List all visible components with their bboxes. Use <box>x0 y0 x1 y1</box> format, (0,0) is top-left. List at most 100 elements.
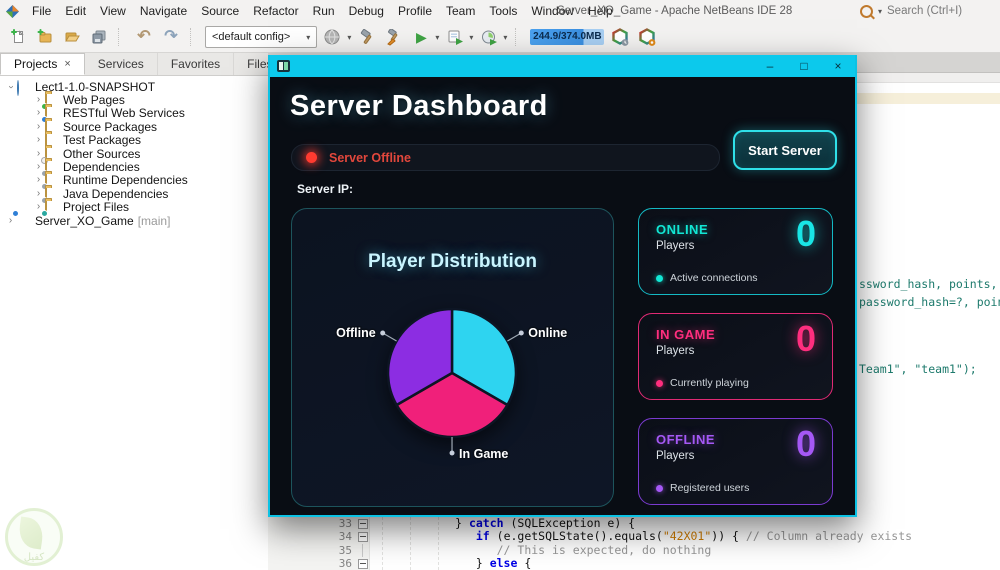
tree-node-server-xo-game[interactable]: › Server_XO_Game [main] <box>0 209 268 228</box>
undo-button[interactable]: ↶ <box>133 26 155 48</box>
watermark-text: كفيل <box>23 552 45 563</box>
stat-card-in-game: IN GAME Players Currently playing 0 <box>638 313 833 400</box>
code-line: password_hash=?, points= <box>859 295 1000 309</box>
stat-heading: IN GAME <box>656 327 716 342</box>
chevron-down-icon: ▾ <box>347 32 352 42</box>
quick-search-input[interactable]: ▾ Search (Ctrl+I) <box>852 1 996 21</box>
tree-node-other-sources[interactable]: › Other Sources <box>0 146 268 164</box>
tree-node-restful-web-services[interactable]: › RESTful Web Services <box>0 106 268 124</box>
stat-card-online: ONLINE Players Active connections 0 <box>638 208 833 295</box>
code-fold-icon[interactable] <box>358 532 368 543</box>
new-project-button[interactable] <box>34 26 56 48</box>
code-fold-icon[interactable] <box>358 558 368 569</box>
code-row: 35 // This is expected, do nothing <box>268 543 1000 557</box>
tree-node-source-packages[interactable]: › Source Packages <box>0 119 268 136</box>
tab-services[interactable]: Services <box>85 53 158 75</box>
chevron-expanded-icon[interactable]: › <box>6 81 17 92</box>
chevron-down-icon: ▾ <box>503 32 508 42</box>
open-project-button[interactable] <box>61 26 83 48</box>
tab-projects[interactable]: Projects × <box>0 53 85 75</box>
bullet-dot-icon <box>656 274 663 282</box>
parsing-tasks-icon[interactable] <box>609 26 631 48</box>
tree-node-runtime-dependencies[interactable]: › Runtime Dependencies <box>0 173 268 191</box>
code-fold-icon[interactable] <box>358 519 368 529</box>
menu-view[interactable]: View <box>93 0 133 22</box>
menu-edit[interactable]: Edit <box>58 0 93 22</box>
stat-value: 0 <box>795 423 816 464</box>
pie-label-dot <box>518 330 524 336</box>
stat-sub-label: Players <box>656 240 695 252</box>
menu-profile[interactable]: Profile <box>391 0 439 22</box>
tree-node-label: Source Packages <box>63 119 158 134</box>
dashboard-content: Server Dashboard Server Offline Start Se… <box>270 77 855 515</box>
chevron-collapsed-icon[interactable]: › <box>5 215 16 226</box>
menu-team[interactable]: Team <box>439 0 482 22</box>
new-file-button[interactable] <box>7 26 29 48</box>
menu-refactor[interactable]: Refactor <box>246 0 305 22</box>
menu-tools[interactable]: Tools <box>482 0 524 22</box>
maximize-button[interactable]: □ <box>787 55 821 77</box>
stat-sub-label: Players <box>656 345 695 357</box>
tree-node-project-root[interactable]: › Lect1-1.0-SNAPSHOT <box>0 79 268 96</box>
menu-file[interactable]: File <box>25 0 58 22</box>
pie-label-dot <box>380 330 386 336</box>
toolbar-separator <box>515 28 522 46</box>
window-title: Server_XO_Game - Apache NetBeans IDE 28 <box>557 5 793 17</box>
tree-node-web-pages[interactable]: › Web Pages <box>0 93 268 111</box>
status-text: Server Offline <box>329 150 411 165</box>
tab-label: Files <box>247 56 268 71</box>
stat-caption: Registered users <box>670 482 750 494</box>
chevron-down-icon: ▾ <box>306 32 311 42</box>
tree-node-label: Lect1-1.0-SNAPSHOT <box>35 79 156 94</box>
tree-node-java-dependencies[interactable]: › Java Dependencies <box>0 186 268 204</box>
bullet-dot-icon <box>656 379 663 387</box>
menu-run[interactable]: Run <box>306 0 342 22</box>
tab-files[interactable]: Files <box>234 53 268 75</box>
save-all-button[interactable] <box>88 26 110 48</box>
pie-label: In Game <box>459 447 508 461</box>
watermark-circle <box>5 508 63 566</box>
code-row: 36 } else { <box>268 556 1000 570</box>
editor-bottom-strip[interactable]: 33 } catch (SQLException e) { 34 if (e.g… <box>268 516 1000 570</box>
pie-label: Online <box>528 326 567 340</box>
config-dropdown[interactable]: <default config> ▾ <box>205 26 318 48</box>
redo-button[interactable]: ↷ <box>160 26 182 48</box>
clean-and-build-button[interactable] <box>383 26 405 48</box>
menu-navigate[interactable]: Navigate <box>133 0 194 22</box>
debug-project-button[interactable] <box>444 26 466 48</box>
tree-node-dependencies[interactable]: › Dependencies <box>0 160 268 178</box>
leaf-icon <box>17 516 45 550</box>
tree-node-label: Java Dependencies <box>63 186 169 201</box>
tree-node-project-files[interactable]: › Project Files <box>0 200 268 218</box>
chart-title: Player Distribution <box>368 251 537 272</box>
menu-debug[interactable]: Debug <box>342 0 391 22</box>
stat-heading: ONLINE <box>656 222 709 237</box>
line-number: 34 <box>338 530 352 544</box>
tab-label: Projects <box>14 56 58 71</box>
minimize-button[interactable]: – <box>753 55 787 77</box>
menu-source[interactable]: Source <box>194 0 246 22</box>
background-scan-icon[interactable] <box>636 26 658 48</box>
memory-usage-indicator[interactable]: 244.9/374.0MB <box>530 29 605 45</box>
chevron-collapsed-icon[interactable]: › <box>33 135 44 145</box>
run-project-button[interactable]: ▶ <box>410 26 432 48</box>
stat-card-offline: OFFLINE Players Registered users 0 <box>638 418 833 505</box>
chevron-collapsed-icon[interactable]: › <box>33 121 44 132</box>
start-server-button[interactable]: Start Server <box>733 130 837 170</box>
profile-project-button[interactable] <box>478 26 500 48</box>
tab-favorites[interactable]: Favorites <box>158 53 235 75</box>
tree-node-branch-suffix: [main] <box>137 213 171 228</box>
chevron-down-icon: ▾ <box>878 6 883 16</box>
line-number: 35 <box>338 543 352 557</box>
tree-node-label: Server_XO_Game <box>35 213 134 228</box>
close-button[interactable]: × <box>821 55 855 77</box>
server-ip-label: Server IP: <box>297 182 354 196</box>
stat-heading: OFFLINE <box>656 432 716 447</box>
search-icon <box>860 4 873 18</box>
set-configuration-button[interactable] <box>322 26 344 48</box>
line-number: 36 <box>338 556 352 570</box>
tree-node-test-packages[interactable]: › Test Packages <box>0 133 268 150</box>
close-icon[interactable]: × <box>64 54 70 75</box>
dashboard-titlebar[interactable]: – □ × <box>270 55 855 77</box>
build-project-button[interactable] <box>356 26 378 48</box>
